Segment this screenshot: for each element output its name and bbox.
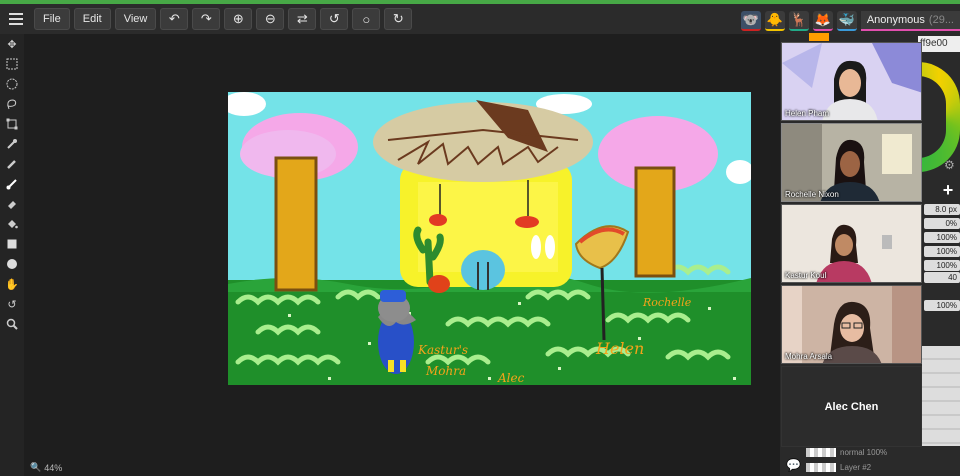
tool-palette: ✥ ✋ ↺: [0, 34, 24, 476]
redo-icon[interactable]: ↷: [192, 8, 221, 30]
eyedropper-icon[interactable]: [0, 134, 24, 154]
lasso-icon[interactable]: [0, 94, 24, 114]
swap-icon[interactable]: ⇄: [288, 8, 317, 30]
current-color-swatch[interactable]: [809, 33, 829, 41]
zoom-icon[interactable]: [0, 314, 24, 334]
layer-thumbnail: [806, 462, 836, 472]
participant-name: Kastur Koul: [785, 271, 827, 280]
select-ellipse-icon[interactable]: [0, 74, 24, 94]
participant-tile[interactable]: Kastur Koul: [781, 204, 922, 283]
participant-name: Rochelle Nixon: [785, 190, 839, 199]
property-field[interactable]: 100%: [924, 260, 960, 271]
current-user-label[interactable]: Anonymous (29...: [860, 11, 960, 31]
brush-icon[interactable]: [0, 174, 24, 194]
edit-menu-button[interactable]: Edit: [73, 8, 111, 30]
rectangle-icon[interactable]: [0, 234, 24, 254]
zoom-level: 44%: [44, 462, 63, 473]
add-layer-icon[interactable]: +: [938, 180, 958, 200]
whale-avatar-icon[interactable]: 🐳: [836, 11, 857, 31]
layer-row[interactable]: normal 100%: [806, 446, 960, 458]
participant-tile[interactable]: Rochelle Nixon: [781, 123, 922, 202]
signature-kastur: Kastur's: [417, 343, 468, 357]
move-icon[interactable]: ✥: [0, 34, 24, 54]
layer-row[interactable]: Layer #2: [806, 461, 960, 473]
pencil-icon[interactable]: [0, 154, 24, 174]
participant-name: Mohra Arsala: [785, 352, 833, 361]
zoom-magnifier-icon: 🔍: [30, 462, 42, 472]
brush-size-field[interactable]: 8.0 px: [924, 204, 960, 215]
self-name: Alec Chen: [824, 400, 879, 413]
layer-name: Layer #2: [840, 462, 872, 472]
rotate-right-icon[interactable]: ↻: [384, 8, 413, 30]
zoom-in-icon[interactable]: ⊕: [224, 8, 253, 30]
hand-icon[interactable]: ✋: [0, 274, 24, 294]
property-field[interactable]: 40: [924, 272, 960, 283]
property-field[interactable]: 100%: [924, 232, 960, 243]
select-rect-icon[interactable]: [0, 54, 24, 74]
signature-mohra: Mohra: [425, 364, 466, 378]
deer-avatar-icon[interactable]: 🦌: [788, 11, 809, 31]
drawing-artwork: Kastur's Mohra Alec Rochelle Helen: [228, 92, 751, 385]
eraser-icon[interactable]: [0, 194, 24, 214]
fox-avatar-icon[interactable]: 🦊: [812, 11, 833, 31]
participant-tile[interactable]: Helen Pham: [781, 42, 922, 121]
chick-avatar-icon[interactable]: 🐥: [764, 11, 785, 31]
layer-thumbnail: [806, 447, 836, 457]
file-menu-button[interactable]: File: [34, 8, 70, 30]
self-view-tile[interactable]: Alec Chen: [781, 366, 922, 447]
layer-list[interactable]: [922, 346, 960, 446]
user-count: (29...: [928, 14, 954, 26]
property-field[interactable]: 100%: [924, 246, 960, 257]
participant-name: Helen Pham: [785, 109, 830, 118]
view-menu-button[interactable]: View: [114, 8, 157, 30]
circle-icon[interactable]: ○: [352, 8, 381, 30]
participant-tile[interactable]: Mohra Arsala: [781, 285, 922, 364]
koala-avatar-icon[interactable]: 🐨: [740, 11, 761, 31]
ellipse-icon[interactable]: [0, 254, 24, 274]
property-field[interactable]: 100%: [924, 300, 960, 311]
signature-alec: Alec: [497, 371, 525, 385]
undo-icon[interactable]: ↶: [160, 8, 189, 30]
chat-bubble-icon[interactable]: 💬: [786, 458, 801, 472]
signature-helen: Helen: [595, 339, 644, 358]
zoom-out-icon[interactable]: ⊖: [256, 8, 285, 30]
paint-app: File Edit View ↶ ↷ ⊕ ⊖ ⇄ ↺ ○ ↻ 🐨 🐥 🦌 🦊 🐳…: [0, 0, 960, 476]
bucket-icon[interactable]: [0, 214, 24, 234]
hamburger-menu-icon[interactable]: [4, 8, 28, 30]
top-menu-bar: File Edit View ↶ ↷ ⊕ ⊖ ⇄ ↺ ○ ↻ 🐨 🐥 🦌 🦊 🐳…: [0, 0, 960, 34]
online-users: 🐨 🐥 🦌 🦊 🐳 Anonymous (29...: [740, 8, 960, 34]
settings-gear-icon[interactable]: ⚙: [944, 158, 955, 172]
layer-blend-mode: normal 100%: [840, 447, 888, 457]
rotate-left-icon[interactable]: ↺: [320, 8, 349, 30]
hex-color-input[interactable]: ff9e00: [918, 36, 960, 52]
zoom-indicator[interactable]: 🔍 44%: [30, 462, 62, 473]
rotate-icon[interactable]: ↺: [0, 294, 24, 314]
user-name: Anonymous: [866, 14, 925, 26]
drawing-canvas[interactable]: Kastur's Mohra Alec Rochelle Helen: [228, 92, 751, 385]
video-call-panel: Helen Pham Rochelle Nixon Kastur Koul Mo…: [781, 42, 922, 447]
signature-rochelle: Rochelle: [642, 296, 692, 309]
property-field[interactable]: 0%: [924, 218, 960, 229]
transform-icon[interactable]: [0, 114, 24, 134]
